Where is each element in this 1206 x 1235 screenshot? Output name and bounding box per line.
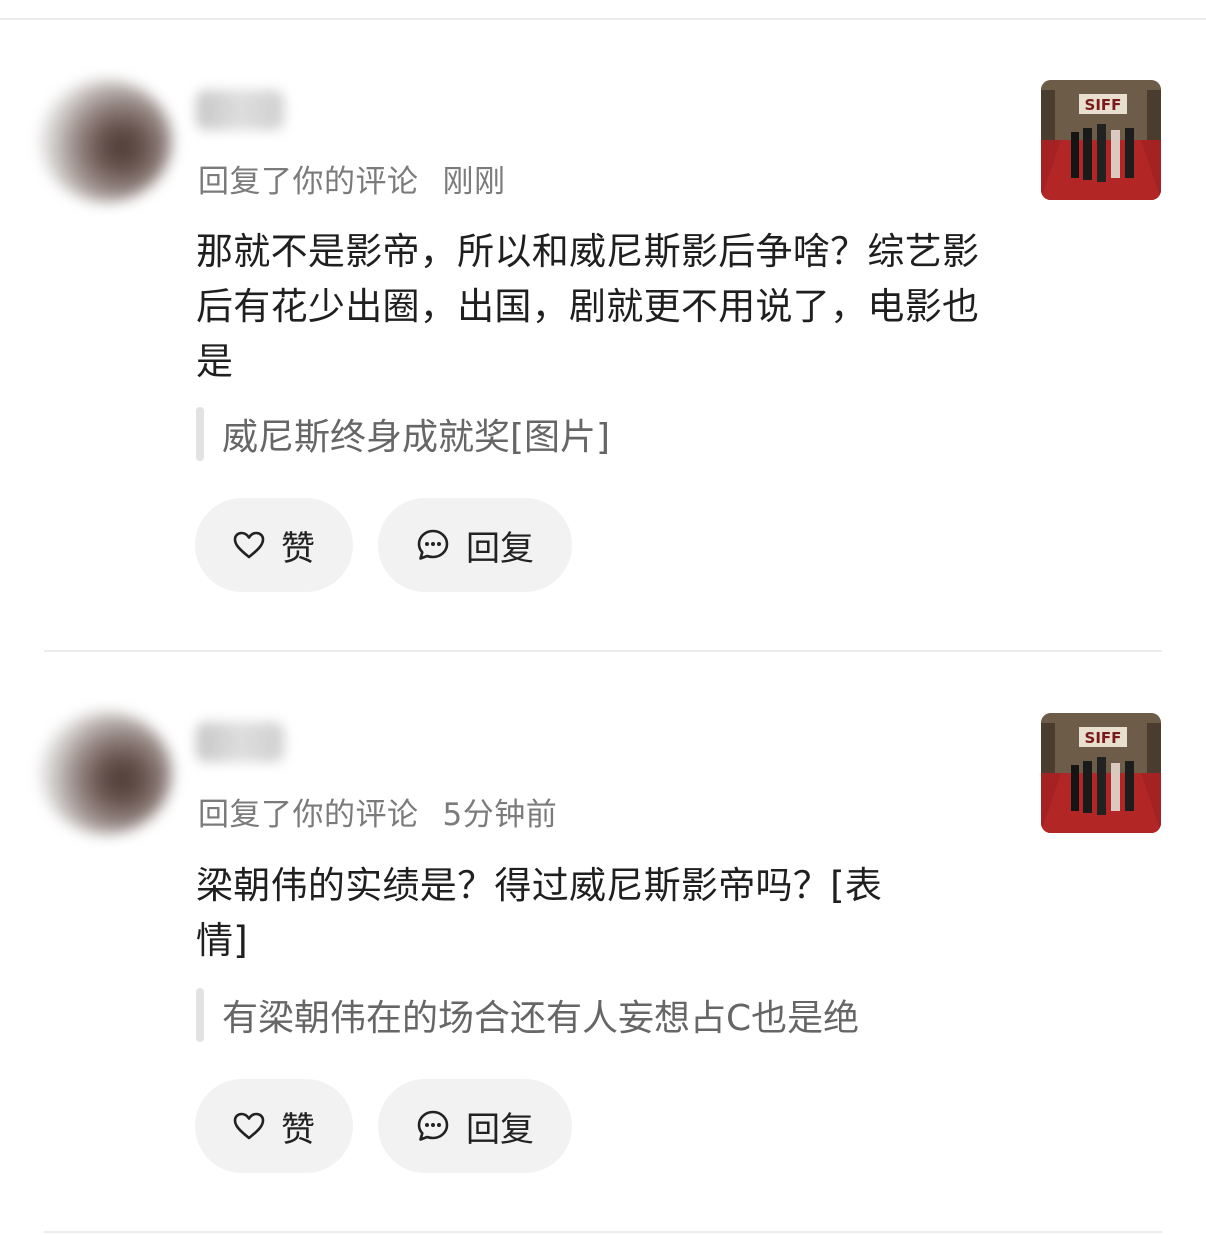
reply-label: 回复 xyxy=(466,1109,534,1150)
meta-action: 回复了你的评论 xyxy=(198,797,419,833)
reply-text[interactable]: 梁朝伟的实绩是？得过威尼斯影帝吗？[表情] xyxy=(196,858,916,968)
thumb-logo-text: SIFF xyxy=(1085,729,1122,747)
notification-meta: 回复了你的评论 5分钟前 xyxy=(198,789,557,834)
heart-icon xyxy=(233,1111,265,1141)
quote-bar xyxy=(196,988,204,1042)
meta-time: 5分钟前 xyxy=(442,797,558,833)
divider xyxy=(44,1231,1162,1233)
comment-bubble-icon xyxy=(416,1109,450,1143)
like-button[interactable]: 赞 xyxy=(195,1079,353,1173)
notification-card-2[interactable]: 回复了你的评论 5分钟前 梁朝伟的实绩是？得过威尼斯影帝吗？[表情] 有梁朝伟在的… xyxy=(0,0,1206,1232)
post-thumbnail[interactable]: SIFF xyxy=(1041,713,1161,833)
username-blurred[interactable] xyxy=(196,722,284,762)
avatar[interactable] xyxy=(40,712,172,834)
quoted-comment[interactable]: 有梁朝伟在的场合还有人妄想占C也是绝 xyxy=(196,988,859,1042)
like-label: 赞 xyxy=(281,1109,315,1150)
reply-button[interactable]: 回复 xyxy=(378,1079,572,1173)
quoted-comment-text: 有梁朝伟在的场合还有人妄想占C也是绝 xyxy=(222,998,860,1039)
